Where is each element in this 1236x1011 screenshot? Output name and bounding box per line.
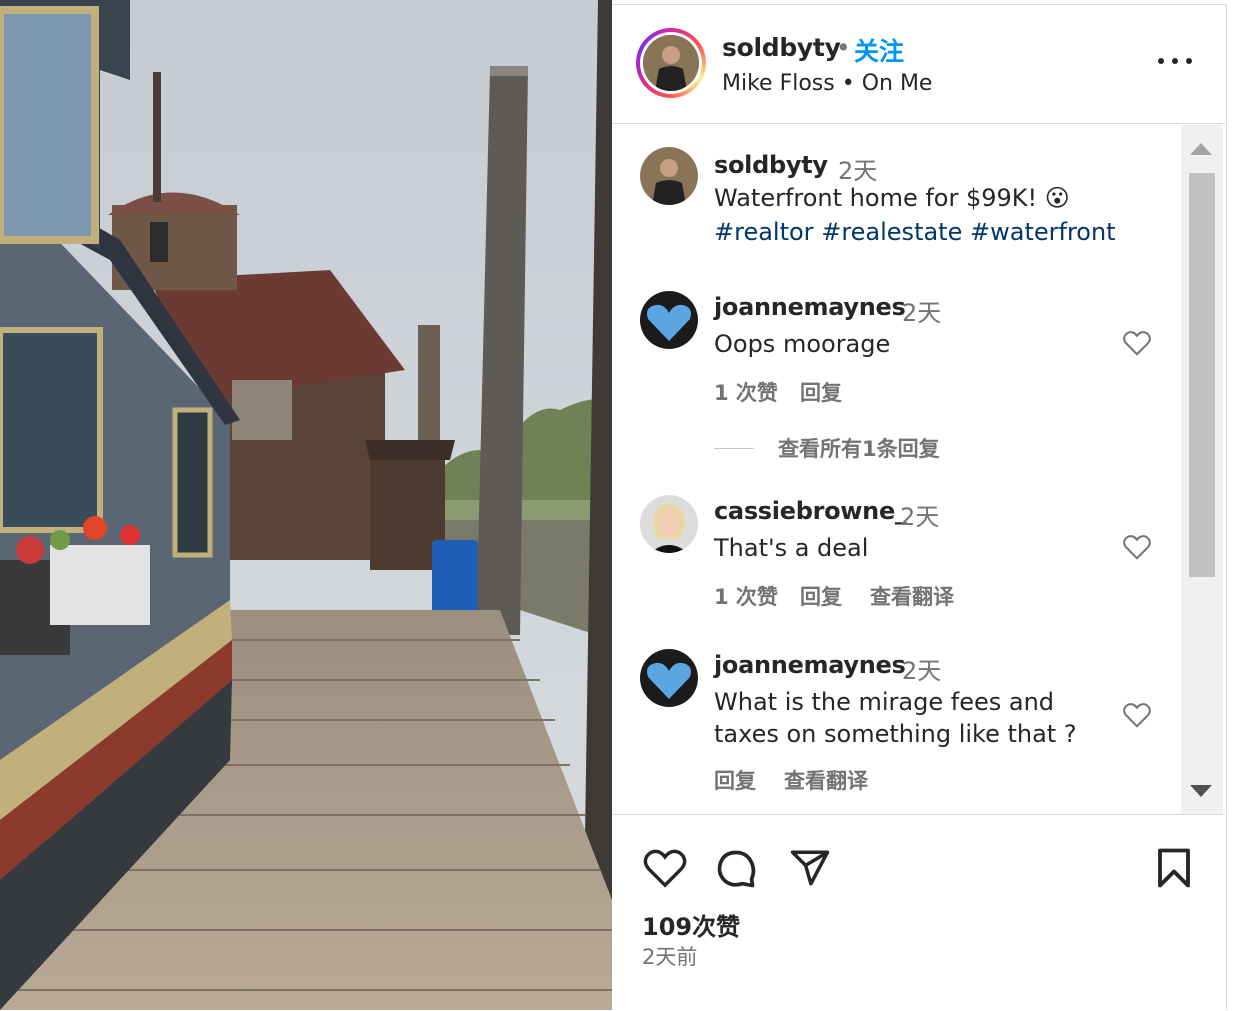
caption-body: Waterfront home for $99K! <box>714 184 1038 212</box>
houseboat-dock-image <box>0 0 612 1010</box>
reply-button[interactable]: 回复 <box>800 377 842 407</box>
scroll-up-arrow-icon[interactable] <box>1190 143 1212 155</box>
comment-username[interactable]: joannemaynes <box>714 293 906 321</box>
comment-time[interactable]: 2天 <box>902 651 941 686</box>
view-replies-button[interactable]: 查看所有1条回复 <box>714 433 940 463</box>
like-comment-heart-icon[interactable] <box>1122 701 1152 729</box>
like-comment-heart-icon[interactable] <box>1122 533 1152 561</box>
comment-username[interactable]: cassiebrowne_ <box>714 497 907 525</box>
comment-likes[interactable]: 1 次赞 <box>714 377 778 407</box>
comment-text-line: taxes on something like that ? <box>714 720 1077 748</box>
bookmark-icon[interactable] <box>1156 847 1192 889</box>
avatar[interactable] <box>640 147 698 205</box>
post-detail-panel: soldbyty • 关注 Mike Floss • On Me soldbyt… <box>612 4 1227 1010</box>
hashtag-link[interactable]: #realtor <box>714 218 814 246</box>
comment-text: Oops moorage <box>714 330 891 358</box>
see-translation-button[interactable]: 查看翻译 <box>784 765 868 795</box>
author-avatar[interactable] <box>636 28 706 98</box>
likes-count[interactable]: 109次赞 <box>642 907 740 942</box>
caption-text: Waterfront home for $99K! 😮 <box>714 181 1070 215</box>
follow-button[interactable]: 关注 <box>854 32 904 68</box>
post-photo[interactable] <box>0 0 612 1010</box>
comments-scrollbar[interactable] <box>1181 125 1223 814</box>
comment-username[interactable]: joannemaynes <box>714 651 906 679</box>
astonished-emoji: 😮 <box>1044 184 1070 212</box>
send-icon[interactable] <box>788 847 832 889</box>
hashtag-link[interactable]: #waterfront <box>970 218 1116 246</box>
comments-list[interactable]: soldbyty 2天 Waterfront home for $99K! 😮 … <box>612 125 1225 815</box>
view-replies-label[interactable]: 查看所有1条回复 <box>778 433 940 463</box>
header-separator: • <box>836 33 851 62</box>
reply-button[interactable]: 回复 <box>714 765 756 795</box>
heart-icon[interactable] <box>642 847 688 889</box>
see-translation-button[interactable]: 查看翻译 <box>870 581 954 611</box>
divider-line <box>714 447 754 449</box>
comment-icon[interactable] <box>714 847 758 891</box>
comment-text: That's a deal <box>714 534 869 562</box>
reply-button[interactable]: 回复 <box>800 581 842 611</box>
scroll-down-arrow-icon[interactable] <box>1190 785 1212 797</box>
avatar[interactable] <box>640 291 698 349</box>
comment-likes[interactable]: 1 次赞 <box>714 581 778 611</box>
caption-username[interactable]: soldbyty <box>714 151 828 179</box>
avatar[interactable] <box>640 649 698 707</box>
scroll-thumb[interactable] <box>1189 173 1215 577</box>
like-comment-heart-icon[interactable] <box>1122 329 1152 357</box>
audio-track-link[interactable]: Mike Floss • On Me <box>722 71 932 96</box>
hashtag-link[interactable]: #realestate <box>821 218 962 246</box>
post-header: soldbyty • 关注 Mike Floss • On Me <box>612 5 1225 124</box>
caption-hashtags: #realtor #realestate #waterfront <box>714 215 1116 249</box>
post-actions: 109次赞 2天前 <box>612 817 1225 1011</box>
comment-text-line: What is the mirage fees and <box>714 688 1055 716</box>
more-horizontal-icon[interactable] <box>1158 51 1192 71</box>
avatar[interactable] <box>640 495 698 553</box>
comment-time[interactable]: 2天 <box>902 293 941 328</box>
post-timestamp[interactable]: 2天前 <box>642 941 697 971</box>
author-username[interactable]: soldbyty <box>722 33 841 62</box>
comment-time[interactable]: 2天 <box>900 497 939 532</box>
